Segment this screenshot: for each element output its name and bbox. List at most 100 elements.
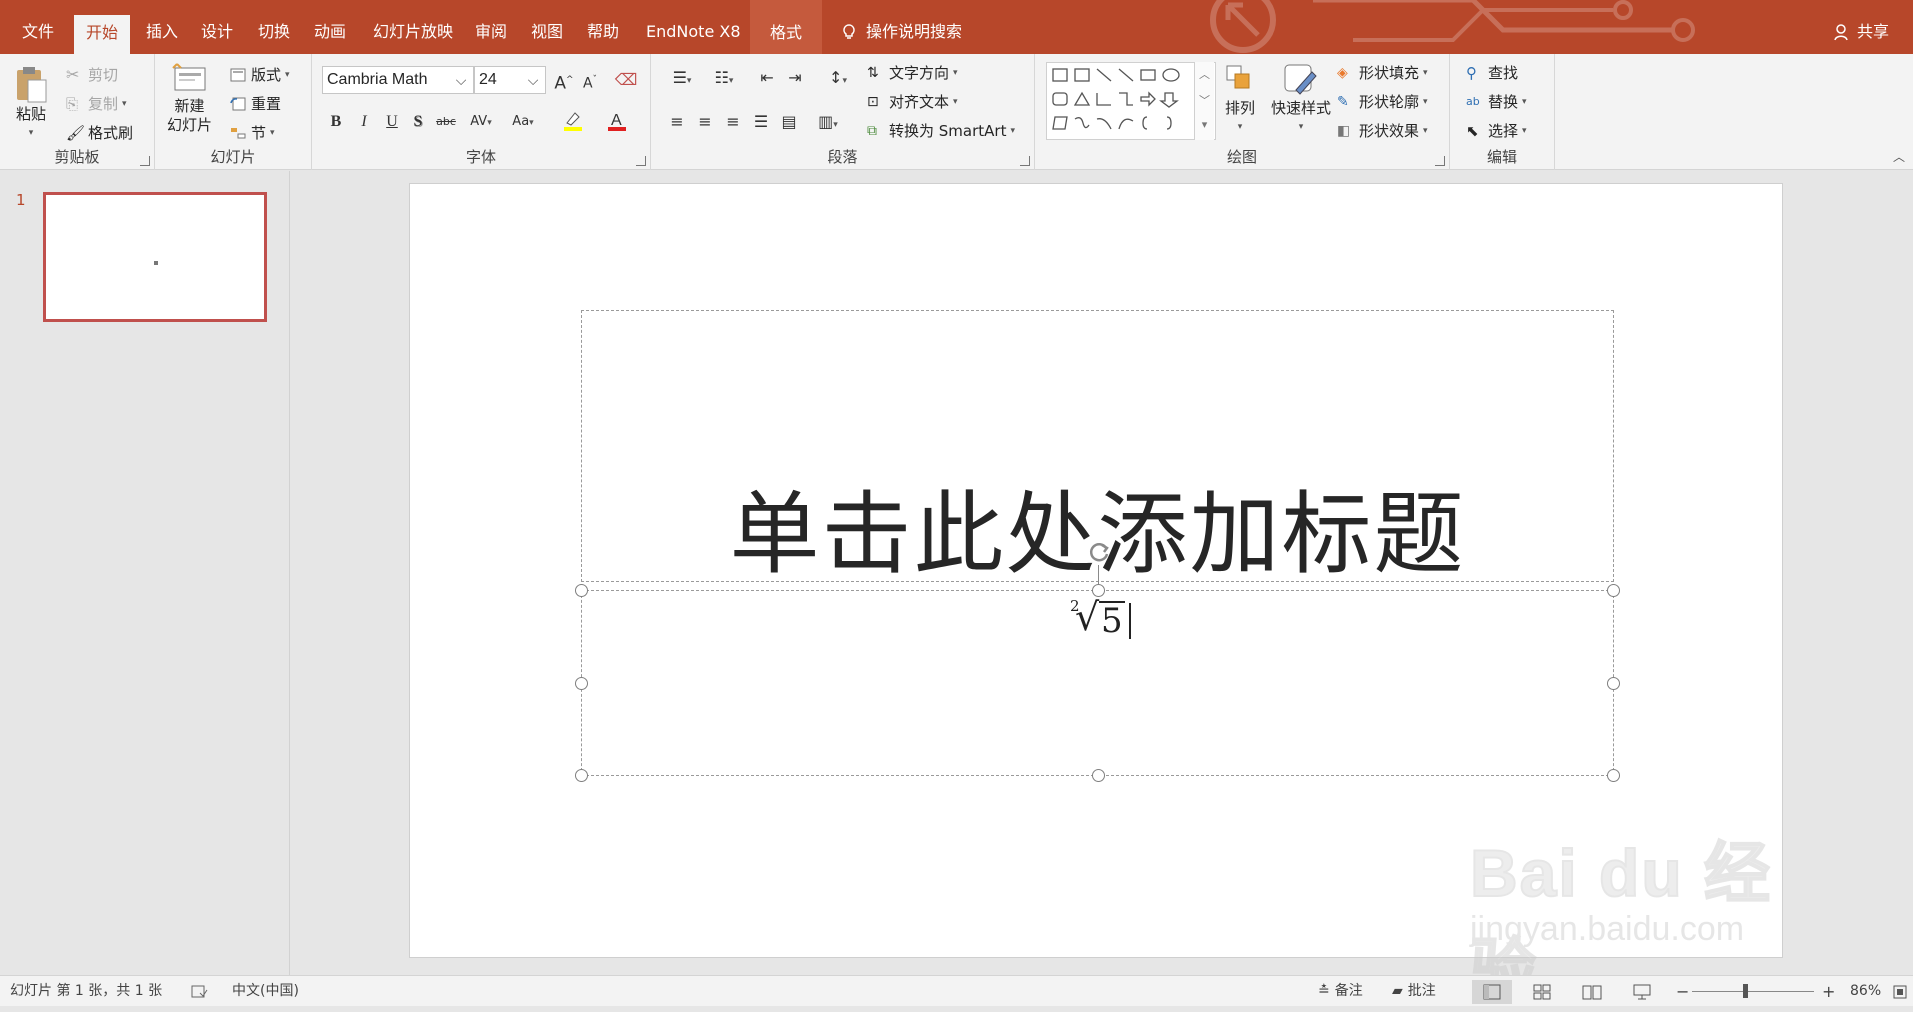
resize-handle-top-left[interactable] xyxy=(575,584,588,597)
zoom-level[interactable]: 86% xyxy=(1850,976,1881,1007)
collapse-ribbon-icon[interactable]: ︿ xyxy=(1893,148,1905,165)
resize-handle-bottom-right[interactable] xyxy=(1607,769,1620,782)
italic-button[interactable]: I xyxy=(352,110,376,134)
replace-button[interactable]: ab 替换 ▾ xyxy=(1466,91,1527,112)
select-button[interactable]: ⬉ 选择 ▾ xyxy=(1466,120,1527,141)
tab-endnote[interactable]: EndNote X8 xyxy=(634,10,753,54)
chevron-down-icon[interactable]: ﹀ xyxy=(1195,88,1214,114)
clipboard-icon xyxy=(17,67,47,103)
align-left-button[interactable]: ≡ xyxy=(665,110,689,134)
zoom-in-button[interactable]: + xyxy=(1822,976,1835,1007)
tab-view[interactable]: 视图 xyxy=(519,10,575,54)
chevron-up-icon[interactable]: ︿ xyxy=(1195,62,1214,88)
zoom-slider-track[interactable] xyxy=(1692,991,1814,992)
book-icon xyxy=(1582,985,1602,1000)
zoom-slider-thumb[interactable] xyxy=(1743,984,1748,998)
tell-me-search[interactable]: 操作说明搜索 xyxy=(840,10,962,54)
shape-fill-button[interactable]: ◈ 形状填充 ▾ xyxy=(1337,62,1428,83)
quick-styles-button[interactable]: 快速样式 ▾ xyxy=(1271,62,1331,136)
highlight-color-button[interactable] xyxy=(556,110,590,134)
resize-handle-left[interactable] xyxy=(575,677,588,690)
zoom-out-button[interactable]: − xyxy=(1676,976,1689,1007)
shape-effects-button[interactable]: ◧ 形状效果 ▾ xyxy=(1337,120,1428,141)
convert-smartart-button[interactable]: ⧉ 转换为 SmartArt ▾ xyxy=(867,120,1015,141)
notes-button[interactable]: ≛ 备注 xyxy=(1318,976,1363,1007)
numbering-button[interactable]: ☷▾ xyxy=(707,66,741,90)
format-painter-button[interactable]: 🖌 格式刷 xyxy=(66,122,133,143)
status-language[interactable]: 中文(中国) xyxy=(232,976,299,1007)
reading-view-button[interactable] xyxy=(1572,980,1612,1004)
align-center-button[interactable]: ≡ xyxy=(693,110,717,134)
resize-handle-bottom-left[interactable] xyxy=(575,769,588,782)
clear-formatting-icon[interactable]: ⌫ xyxy=(614,68,638,92)
shape-outline-dropdown-icon: ▾ xyxy=(1423,96,1428,107)
decrease-indent-button[interactable]: ⇤ xyxy=(755,66,779,90)
bold-button[interactable]: B xyxy=(324,110,348,134)
normal-view-button[interactable] xyxy=(1472,980,1512,1004)
font-size-select[interactable]: 24 ⌵ xyxy=(474,66,546,94)
tab-transitions[interactable]: 切换 xyxy=(246,10,302,54)
font-name-select[interactable]: Cambria Math ⌵ xyxy=(322,66,474,94)
strikethrough-button[interactable]: abc xyxy=(432,110,460,134)
shape-outline-button[interactable]: ✎ 形状轮廓 ▾ xyxy=(1337,91,1428,112)
shadow-button[interactable]: S xyxy=(406,110,430,134)
underline-button[interactable]: U xyxy=(380,110,404,134)
shapes-gallery-scroll[interactable]: ︿ ﹀ ▾ xyxy=(1194,62,1214,140)
tab-insert[interactable]: 插入 xyxy=(134,10,190,54)
grow-font-button[interactable]: A^ xyxy=(552,68,576,94)
increase-indent-button[interactable]: ⇥ xyxy=(783,66,807,90)
justify-button[interactable]: ☰ xyxy=(749,110,773,134)
slide-canvas[interactable]: 单击此处添加标题 2 √ 5 xyxy=(409,183,1783,958)
arrange-button[interactable]: 排列 ▾ xyxy=(1223,62,1257,136)
find-button[interactable]: ⚲ 查找 xyxy=(1466,62,1518,83)
bullets-button[interactable]: ☰▾ xyxy=(665,66,699,90)
clipboard-dialog-launcher[interactable] xyxy=(140,156,150,166)
rotate-handle-icon[interactable] xyxy=(1086,539,1112,565)
tab-review[interactable]: 审阅 xyxy=(463,10,519,54)
resize-handle-bottom[interactable] xyxy=(1092,769,1105,782)
resize-handle-right[interactable] xyxy=(1607,677,1620,690)
comments-button[interactable]: ▰ 批注 xyxy=(1392,976,1436,1007)
change-case-button[interactable]: Aa▾ xyxy=(506,110,540,134)
font-color-button[interactable]: A xyxy=(600,110,634,134)
layout-button[interactable]: 版式 ▾ xyxy=(229,64,290,85)
share-label: 共享 xyxy=(1856,22,1889,41)
align-text-button[interactable]: ⊡ 对齐文本 ▾ xyxy=(867,91,958,112)
tab-animations[interactable]: 动画 xyxy=(302,10,358,54)
align-right-button[interactable]: ≡ xyxy=(721,110,745,134)
more-icon[interactable]: ▾ xyxy=(1195,114,1214,136)
paragraph-dialog-launcher[interactable] xyxy=(1020,156,1030,166)
distributed-button[interactable]: ▤ xyxy=(777,110,801,134)
slide-sorter-button[interactable] xyxy=(1522,980,1562,1004)
text-direction-button[interactable]: ⇅ 文字方向 ▾ xyxy=(867,62,958,83)
line-spacing-button[interactable]: ↕▾ xyxy=(821,66,855,90)
new-slide-label-1: 新建 xyxy=(174,97,205,115)
paste-button[interactable]: 粘贴 ▾ xyxy=(14,64,48,142)
new-slide-button[interactable]: 新建 幻灯片 xyxy=(167,62,212,134)
fit-to-window-button[interactable] xyxy=(1893,976,1907,1007)
tab-file[interactable]: 文件 xyxy=(10,10,66,54)
reset-button[interactable]: 重置 xyxy=(229,93,281,114)
drawing-dialog-launcher[interactable] xyxy=(1435,156,1445,166)
slide-thumbnail[interactable] xyxy=(43,192,267,322)
content-placeholder[interactable]: 2 √ 5 xyxy=(575,543,1620,782)
tab-format[interactable]: 格式 xyxy=(750,0,823,54)
columns-button[interactable]: ▥▾ xyxy=(811,110,845,134)
tab-help[interactable]: 帮助 xyxy=(575,10,631,54)
tab-slideshow[interactable]: 幻灯片放映 xyxy=(361,10,465,54)
section-label: 节 xyxy=(251,124,267,142)
copy-button[interactable]: ⎘ 复制 ▾ xyxy=(66,93,127,114)
font-dialog-launcher[interactable] xyxy=(636,156,646,166)
shapes-gallery[interactable] xyxy=(1046,62,1216,140)
shrink-font-button[interactable]: Aˇ xyxy=(578,68,602,92)
slideshow-view-button[interactable] xyxy=(1622,980,1662,1004)
spellcheck-icon[interactable] xyxy=(190,976,208,1007)
character-spacing-button[interactable]: AV▾ xyxy=(464,110,498,134)
tab-design[interactable]: 设计 xyxy=(189,10,245,54)
share-button[interactable]: 共享 xyxy=(1833,10,1889,54)
section-button[interactable]: 节 ▾ xyxy=(229,122,275,143)
cut-button[interactable]: ✂ 剪切 xyxy=(66,64,118,85)
replace-icon: ab xyxy=(1466,94,1480,108)
tab-home[interactable]: 开始 xyxy=(74,15,131,54)
resize-handle-top-right[interactable] xyxy=(1607,584,1620,597)
